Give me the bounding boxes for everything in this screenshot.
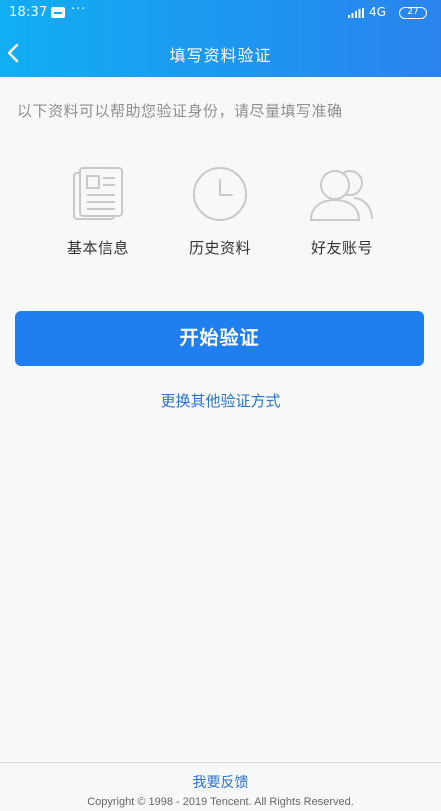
intro-text: 以下资料可以帮助您验证身份，请尽量填写准确 <box>17 102 343 120</box>
friends-icon <box>309 170 373 221</box>
status-more-dots: ··· <box>71 2 87 17</box>
battery-icon: 27 <box>399 7 427 19</box>
method-basic-info[interactable]: 基本信息 <box>43 165 153 258</box>
start-verification-button[interactable]: 开始验证 <box>15 311 424 366</box>
document-icon <box>73 167 123 220</box>
method-label: 历史资料 <box>188 239 251 257</box>
method-label: 好友账号 <box>310 239 373 257</box>
change-verification-method-link[interactable]: 更换其他验证方式 <box>0 390 441 411</box>
status-time: 18:37 <box>9 5 48 20</box>
page-title: 填写资料验证 <box>169 46 272 65</box>
feedback-link[interactable]: 我要反馈 <box>0 772 441 792</box>
top-header: 18:37 ··· 4G 27 填写资料验证 <box>0 0 441 77</box>
copyright-text: Copyright © 1998 - 2019 Tencent. All Rig… <box>87 796 354 808</box>
signal-icon <box>348 8 364 18</box>
method-label: 基本信息 <box>66 239 129 257</box>
notification-icon <box>51 7 65 18</box>
method-history[interactable]: 历史资料 <box>165 165 275 258</box>
method-friends[interactable]: 好友账号 <box>287 165 397 258</box>
footer-divider <box>0 762 441 763</box>
clock-icon <box>193 167 247 221</box>
status-bar: 18:37 ··· 4G 27 <box>0 0 441 26</box>
network-type: 4G <box>369 5 386 19</box>
